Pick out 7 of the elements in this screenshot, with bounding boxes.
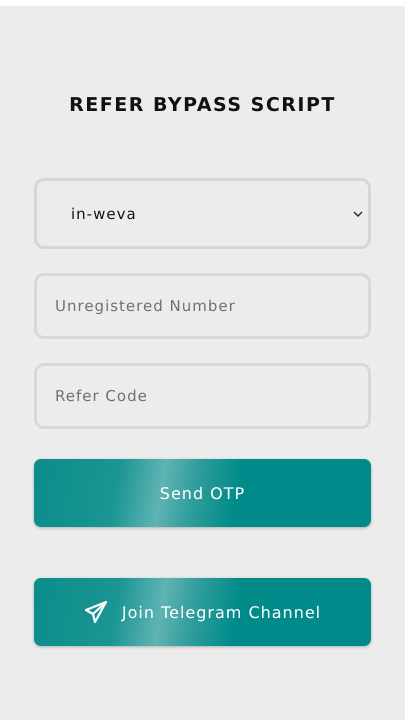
join-channel-button[interactable]: Join Telegram Channel xyxy=(34,578,371,646)
paper-plane-icon xyxy=(84,600,108,624)
input-field[interactable]: Refer Code xyxy=(34,363,371,429)
send-otp-button[interactable]: Send OTP xyxy=(34,459,371,527)
page-title: REFER BYPASS SCRIPT xyxy=(68,94,337,116)
dropdown[interactable]: in-weva xyxy=(34,178,371,249)
input-field[interactable]: Unregistered Number xyxy=(34,273,371,339)
